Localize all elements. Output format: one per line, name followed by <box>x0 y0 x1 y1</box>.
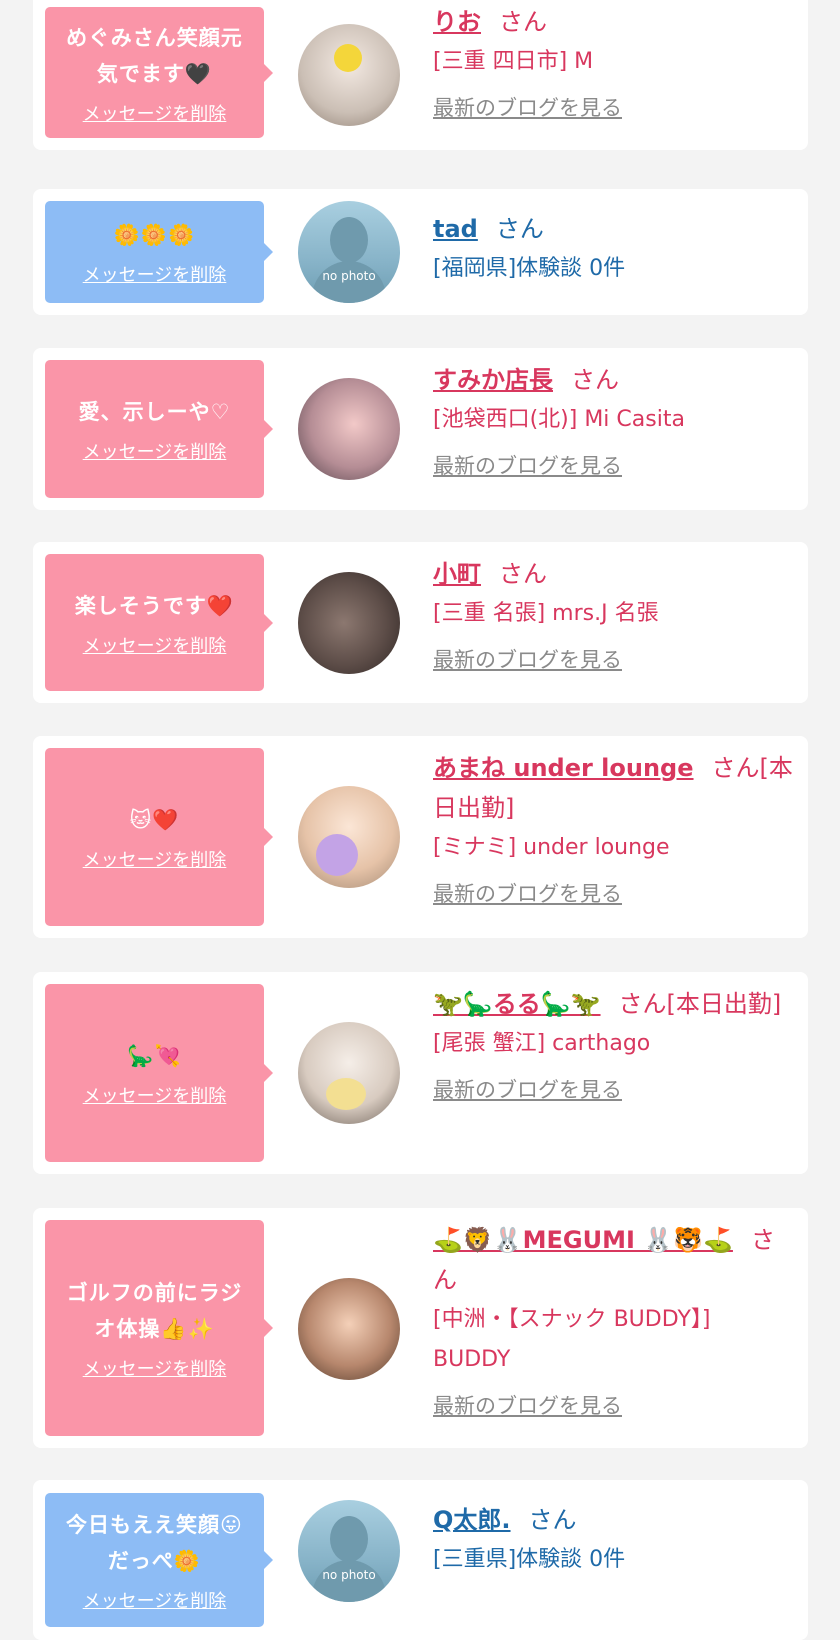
avatar[interactable]: no photo <box>298 201 400 303</box>
sticker-icon <box>326 1078 366 1110</box>
avatar[interactable] <box>298 378 400 480</box>
latest-blog-link[interactable]: 最新のブログを見る <box>433 878 622 908</box>
delete-message-link[interactable]: メッセージを削除 <box>83 846 227 872</box>
user-name-link[interactable]: tad <box>433 215 478 243</box>
message-list: めぐみさん笑顔元 気でます🖤 メッセージを削除 りお さん [三重 四日市] M … <box>0 0 840 1640</box>
delete-message-link[interactable]: メッセージを削除 <box>83 100 227 126</box>
shop-info: [池袋西口(北)] Mi Casita <box>433 407 685 432</box>
user-name-link[interactable]: すみか店長 <box>433 366 553 394</box>
list-item: 楽しそうです❤️ メッセージを削除 小町 さん [三重 名張] mrs.J 名張 … <box>33 542 808 703</box>
user-info: あまね under lounge さん[本日出勤] [ミナミ] under lou… <box>433 748 794 908</box>
message-bubble: ゴルフの前にラジ オ体操👍✨ メッセージを削除 <box>45 1220 273 1436</box>
message-text: 🐱❤️ <box>129 808 180 832</box>
list-item: 🦕💘 メッセージを削除 🦖🦕るる🦕🦖 さん[本日出勤] [尾張 蟹江] carth… <box>33 972 808 1174</box>
shop-info: [福岡県]体験談 0件 <box>433 256 626 281</box>
avatar[interactable]: no photo <box>298 1500 400 1602</box>
user-info: りお さん [三重 四日市] M 最新のブログを見る <box>433 2 794 122</box>
user-name-link[interactable]: ⛳🦁🐰MEGUMI 🐰🐯⛳ <box>433 1226 733 1254</box>
honorific-label: さん <box>571 366 619 394</box>
user-name-link[interactable]: あまね under lounge <box>433 754 694 782</box>
delete-message-link[interactable]: メッセージを削除 <box>83 438 227 464</box>
user-info: ⛳🦁🐰MEGUMI 🐰🐯⛳ さん [中洲・【スナック BUDDY】] BUDDY … <box>433 1220 794 1420</box>
no-photo-label: no photo <box>322 269 376 283</box>
silhouette-icon <box>330 217 368 263</box>
message-text: 今日もええ笑顔😛 だっぺ🌼 <box>66 1513 243 1573</box>
user-name-link[interactable]: 🦖🦕るる🦕🦖 <box>433 990 601 1018</box>
delete-message-link[interactable]: メッセージを削除 <box>83 1355 227 1381</box>
latest-blog-link[interactable]: 最新のブログを見る <box>433 1074 622 1104</box>
latest-blog-link[interactable]: 最新のブログを見る <box>433 450 622 480</box>
shop-info: [三重 名張] mrs.J 名張 <box>433 601 659 626</box>
silhouette-icon <box>330 1516 368 1562</box>
delete-message-link[interactable]: メッセージを削除 <box>83 632 227 658</box>
list-item: 🐱❤️ メッセージを削除 あまね under lounge さん[本日出勤] [ミ… <box>33 736 808 938</box>
user-info: すみか店長 さん [池袋西口(北)] Mi Casita 最新のブログを見る <box>433 360 794 480</box>
honorific-label: さん <box>499 560 547 588</box>
honorific-label: さん <box>495 215 544 243</box>
shop-info: [中洲・【スナック BUDDY】] BUDDY <box>433 1307 711 1372</box>
honorific-label: さん <box>528 1506 577 1534</box>
message-bubble: 愛、示しーや♡ メッセージを削除 <box>45 360 273 498</box>
message-text: ゴルフの前にラジ オ体操👍✨ <box>66 1281 243 1341</box>
avatar[interactable] <box>298 1278 400 1380</box>
list-item: 愛、示しーや♡ メッセージを削除 すみか店長 さん [池袋西口(北)] Mi Ca… <box>33 348 808 510</box>
user-name-link[interactable]: りお <box>433 8 481 36</box>
message-bubble: 🦕💘 メッセージを削除 <box>45 984 273 1162</box>
shop-info: [三重 四日市] M <box>433 49 594 74</box>
list-item: めぐみさん笑顔元 気でます🖤 メッセージを削除 りお さん [三重 四日市] M … <box>33 0 808 150</box>
message-bubble: 🐱❤️ メッセージを削除 <box>45 748 273 926</box>
delete-message-link[interactable]: メッセージを削除 <box>83 1587 227 1613</box>
list-item: 🌼🌼🌼 メッセージを削除 no photo tad さん [福岡県]体験談 0件 <box>33 189 808 315</box>
message-text: 楽しそうです❤️ <box>74 593 235 618</box>
user-name-link[interactable]: 小町 <box>433 560 481 588</box>
list-item: ゴルフの前にラジ オ体操👍✨ メッセージを削除 ⛳🦁🐰MEGUMI 🐰🐯⛳ さん … <box>33 1208 808 1448</box>
shop-info: [尾張 蟹江] carthago <box>433 1031 651 1056</box>
smiley-sticker-icon <box>334 44 362 72</box>
shop-info: [三重県]体験談 0件 <box>433 1547 626 1572</box>
user-info: 小町 さん [三重 名張] mrs.J 名張 最新のブログを見る <box>433 554 794 674</box>
heart-sticker-icon <box>316 834 358 876</box>
message-bubble: 今日もええ笑顔😛 だっぺ🌼 メッセージを削除 <box>45 1493 273 1627</box>
honorific-label: さん <box>499 8 547 36</box>
list-item: 今日もええ笑顔😛 だっぺ🌼 メッセージを削除 no photo Q太郎. さん [… <box>33 1480 808 1640</box>
message-text: 愛、示しーや♡ <box>78 400 231 424</box>
message-text: 🦕💘 <box>127 1044 182 1068</box>
delete-message-link[interactable]: メッセージを削除 <box>83 261 227 287</box>
message-bubble: 🌼🌼🌼 メッセージを削除 <box>45 201 273 303</box>
avatar[interactable] <box>298 24 400 126</box>
latest-blog-link[interactable]: 最新のブログを見る <box>433 644 622 674</box>
message-bubble: 楽しそうです❤️ メッセージを削除 <box>45 554 273 691</box>
message-text: めぐみさん笑顔元 気でます🖤 <box>66 25 243 86</box>
message-text: 🌼🌼🌼 <box>113 223 196 247</box>
user-info: tad さん [福岡県]体験談 0件 <box>433 209 794 289</box>
user-name-link[interactable]: Q太郎. <box>433 1506 511 1534</box>
avatar[interactable] <box>298 572 400 674</box>
user-info: 🦖🦕るる🦕🦖 さん[本日出勤] [尾張 蟹江] carthago 最新のブログを見… <box>433 984 794 1104</box>
avatar[interactable] <box>298 786 400 888</box>
message-bubble: めぐみさん笑顔元 気でます🖤 メッセージを削除 <box>45 7 273 138</box>
honorific-label: さん[本日出勤] <box>618 990 782 1018</box>
avatar[interactable] <box>298 1022 400 1124</box>
no-photo-label: no photo <box>322 1568 376 1582</box>
shop-info: [ミナミ] under lounge <box>433 835 670 860</box>
user-info: Q太郎. さん [三重県]体験談 0件 <box>433 1500 794 1580</box>
delete-message-link[interactable]: メッセージを削除 <box>83 1082 227 1108</box>
latest-blog-link[interactable]: 最新のブログを見る <box>433 92 622 122</box>
latest-blog-link[interactable]: 最新のブログを見る <box>433 1390 622 1420</box>
